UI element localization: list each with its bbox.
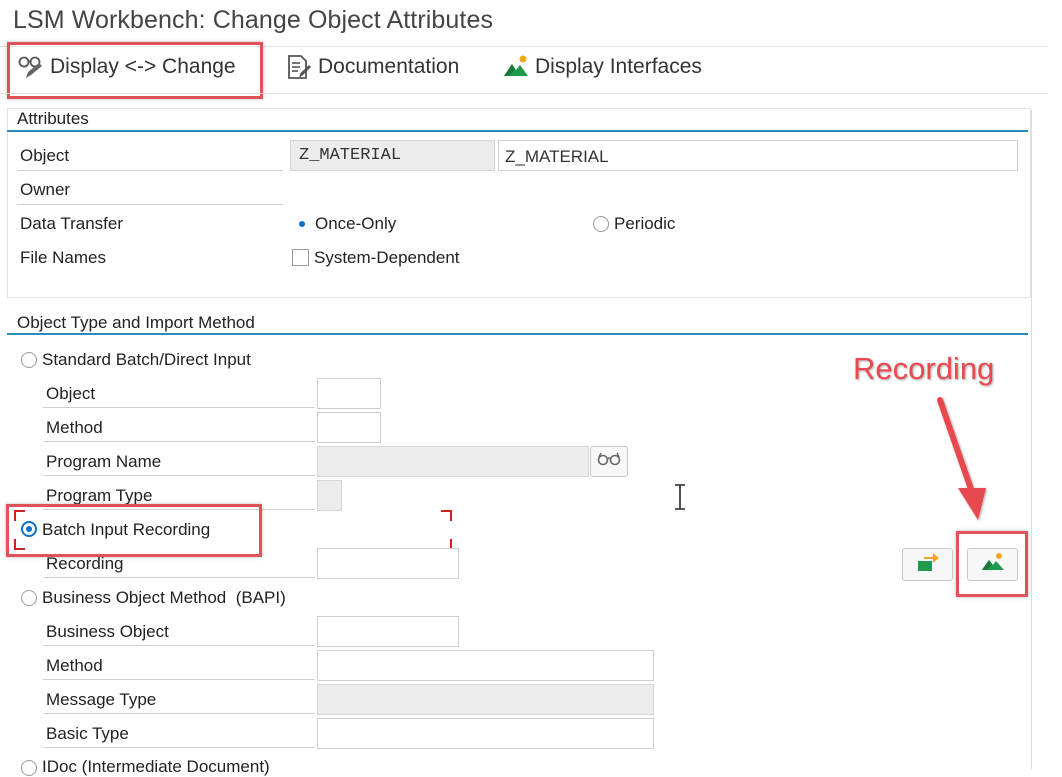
std-object-label: Object: [46, 384, 96, 403]
toolbar-divider-bottom: [0, 93, 1048, 94]
program-name-search-button[interactable]: [590, 446, 628, 477]
batch-input-label: Batch Input Recording: [42, 520, 211, 539]
basic-type-field[interactable]: [317, 718, 654, 749]
standard-batch-radio[interactable]: [21, 352, 37, 368]
program-type-field[interactable]: [317, 480, 342, 511]
basic-type-underline: [43, 747, 315, 748]
data-transfer-label: Data Transfer: [20, 214, 123, 233]
attributes-group-title: Attributes: [17, 109, 89, 128]
object-description-field[interactable]: Z_MATERIAL: [498, 140, 1018, 171]
focus-corner-tr: [441, 510, 452, 521]
bapi-label: Business Object Method (BAPI): [42, 588, 286, 607]
focus-corner-bl: [14, 539, 25, 550]
documentation-label: Documentation: [318, 55, 460, 78]
recording-underline: [43, 577, 315, 578]
owner-label: Owner: [20, 180, 71, 199]
message-type-label: Message Type: [46, 690, 157, 709]
idoc-radio[interactable]: [21, 760, 37, 776]
system-dependent-label: System-Dependent: [314, 248, 460, 267]
program-name-label: Program Name: [46, 452, 162, 471]
basic-type-label: Basic Type: [46, 724, 129, 743]
std-object-field[interactable]: [317, 378, 381, 409]
recording-field[interactable]: [317, 548, 459, 579]
object-label-underline: [17, 170, 283, 171]
recording-callout: Recording: [853, 351, 995, 386]
bapi-method-label: Method: [46, 656, 103, 675]
file-names-label: File Names: [20, 248, 106, 267]
transfer-button[interactable]: [902, 548, 953, 581]
document-pencil-icon: [286, 54, 312, 80]
message-type-field[interactable]: [317, 684, 654, 715]
once-only-radio[interactable]: [299, 221, 305, 227]
idoc-label: IDoc (Intermediate Document): [42, 757, 270, 776]
text-cursor-icon: [673, 484, 687, 515]
system-dependent-checkbox[interactable]: [292, 249, 309, 266]
periodic-label: Periodic: [614, 214, 676, 233]
bapi-radio[interactable]: [21, 590, 37, 606]
import-method-group-rule: [7, 333, 1028, 335]
std-method-label: Method: [46, 418, 103, 437]
group-right-border: [1031, 110, 1032, 769]
object-field[interactable]: Z_MATERIAL: [290, 140, 495, 171]
program-type-label: Program Type: [46, 486, 153, 505]
documentation-button[interactable]: Documentation: [286, 54, 459, 80]
batch-input-radio[interactable]: [21, 521, 37, 537]
arrow-transfer-icon: [916, 551, 940, 578]
once-only-label: Once-Only: [315, 214, 397, 233]
periodic-radio[interactable]: [593, 216, 609, 232]
attributes-group-rule: [7, 130, 1028, 132]
std-method-field[interactable]: [317, 412, 381, 443]
callout-arrow-icon: [930, 396, 994, 531]
business-object-underline: [43, 645, 315, 646]
bapi-method-underline: [43, 679, 315, 680]
bapi-method-field[interactable]: [317, 650, 654, 681]
attributes-group: [7, 108, 1031, 298]
business-object-label: Business Object: [46, 622, 169, 641]
std-method-underline: [43, 441, 315, 442]
business-object-field[interactable]: [317, 616, 459, 647]
recording-label: Recording: [46, 554, 124, 573]
owner-label-underline: [17, 204, 283, 205]
mountain-icon: [503, 54, 529, 80]
recording-button-highlight: [956, 531, 1028, 597]
window-title: LSM Workbench: Change Object Attributes: [13, 6, 494, 34]
import-method-group-title: Object Type and Import Method: [17, 313, 255, 332]
display-change-highlight: [7, 42, 263, 99]
program-name-field[interactable]: [317, 446, 589, 477]
glasses-icon: [597, 451, 621, 472]
std-object-underline: [43, 407, 315, 408]
program-name-underline: [43, 475, 315, 476]
message-type-underline: [43, 713, 315, 714]
object-label: Object: [20, 146, 70, 165]
display-interfaces-label: Display Interfaces: [535, 55, 702, 78]
focus-corner-tl: [14, 510, 25, 521]
display-interfaces-button[interactable]: Display Interfaces: [503, 54, 702, 80]
standard-batch-label: Standard Batch/Direct Input: [42, 350, 251, 369]
